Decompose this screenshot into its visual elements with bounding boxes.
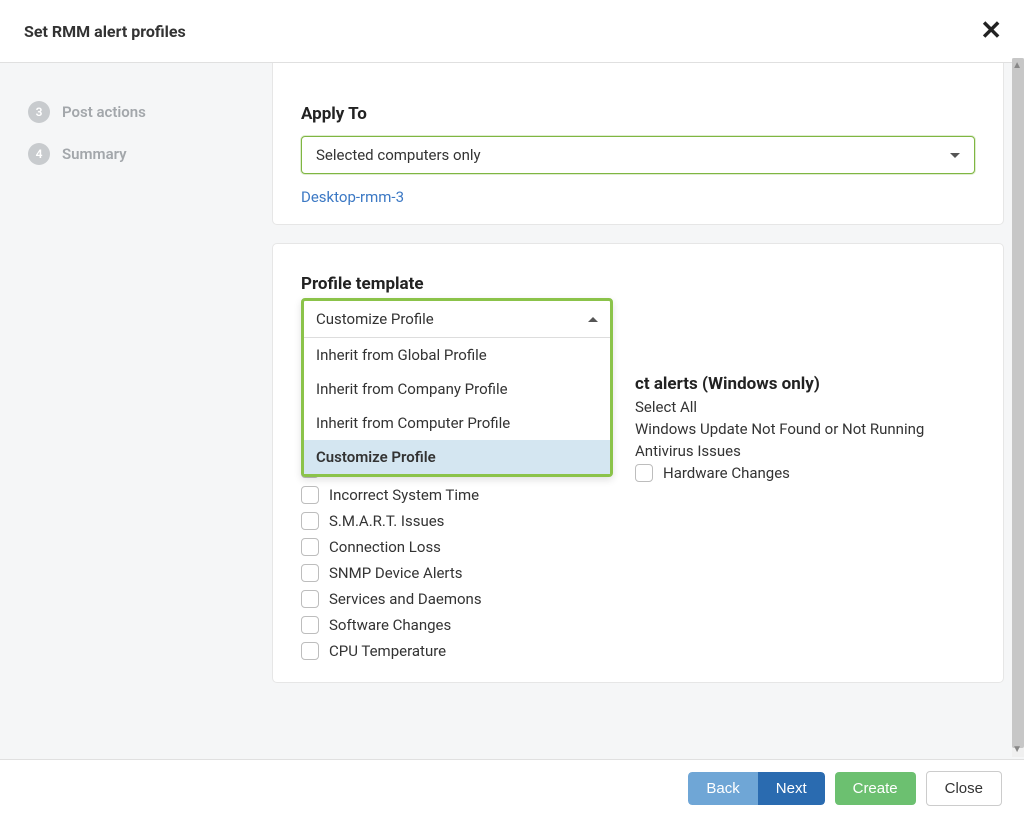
close-button[interactable]: Close xyxy=(926,771,1002,806)
product-alerts-heading: ct alerts (Windows only) xyxy=(635,374,975,394)
chevron-down-icon xyxy=(950,153,960,158)
apply-to-heading: Apply To xyxy=(301,104,975,124)
checkbox-software-changes[interactable] xyxy=(301,616,319,634)
step-number-icon: 3 xyxy=(28,101,50,123)
checkbox-incorrect-system-time[interactable] xyxy=(301,486,319,504)
apply-to-select[interactable]: Selected computers only xyxy=(301,136,975,174)
alerts-right-column: ct alerts (Windows only) Select All Wind… xyxy=(635,374,975,660)
alert-checkbox-row: Connection Loss xyxy=(301,538,605,556)
modal-body: 3 Post actions 4 Summary Apply To Select… xyxy=(0,63,1024,763)
alert-label: CPU Temperature xyxy=(329,642,446,660)
dropdown-option-computer[interactable]: Inherit from Computer Profile xyxy=(304,406,610,440)
profile-template-menu: Inherit from Global Profile Inherit from… xyxy=(304,337,610,474)
checkbox-connection-loss[interactable] xyxy=(301,538,319,556)
scroll-down-icon[interactable]: ▼ xyxy=(1012,744,1022,755)
alert-label: Connection Loss xyxy=(329,538,441,556)
step-label: Summary xyxy=(62,145,127,163)
dropdown-option-company[interactable]: Inherit from Company Profile xyxy=(304,372,610,406)
modal-title: Set RMM alert profiles xyxy=(24,22,186,41)
scrollbar-thumb[interactable] xyxy=(1012,58,1024,748)
checkbox-hardware-changes[interactable] xyxy=(635,464,653,482)
apply-to-panel: Apply To Selected computers only Desktop… xyxy=(272,63,1004,225)
profile-template-heading: Profile template xyxy=(301,274,975,294)
alert-checkbox-row: CPU Temperature xyxy=(301,642,605,660)
profile-template-dropdown[interactable]: Customize Profile Inherit from Global Pr… xyxy=(301,298,613,477)
alert-label: SNMP Device Alerts xyxy=(329,564,463,582)
alert-checkbox-row: Antivirus Issues xyxy=(635,442,975,460)
close-icon[interactable]: ✕ xyxy=(980,18,1002,44)
wizard-sidebar: 3 Post actions 4 Summary xyxy=(0,63,250,763)
sidebar-step-summary[interactable]: 4 Summary xyxy=(0,133,250,175)
alert-checkbox-row: Software Changes xyxy=(301,616,605,634)
alert-checkbox-row: Windows Update Not Found or Not Running xyxy=(635,420,975,438)
selected-computer-link[interactable]: Desktop-rmm-3 xyxy=(301,188,404,206)
checkbox-cpu-temperature[interactable] xyxy=(301,642,319,660)
apply-to-selected-value: Selected computers only xyxy=(316,146,481,164)
profile-template-selected[interactable]: Customize Profile xyxy=(304,301,610,337)
alert-label: Antivirus Issues xyxy=(635,442,741,460)
checkbox-services-daemons[interactable] xyxy=(301,590,319,608)
profile-template-panel: Profile template Customize Profile Inher… xyxy=(272,243,1004,683)
alert-label: Windows Update Not Found or Not Running xyxy=(635,420,924,438)
dropdown-option-global[interactable]: Inherit from Global Profile xyxy=(304,338,610,372)
scroll-up-icon[interactable]: ▲ xyxy=(1012,60,1022,71)
chevron-up-icon xyxy=(588,317,598,322)
alert-checkbox-row: Select All xyxy=(635,398,975,416)
modal-footer: Back Next Create Close xyxy=(0,759,1024,817)
back-next-group: Back Next xyxy=(688,772,824,805)
sidebar-step-post-actions[interactable]: 3 Post actions xyxy=(0,91,250,133)
alert-checkbox-row: Services and Daemons xyxy=(301,590,605,608)
scrollbar-track[interactable] xyxy=(1012,58,1024,757)
profile-template-selected-value: Customize Profile xyxy=(316,310,434,328)
step-label: Post actions xyxy=(62,103,146,121)
checkbox-snmp-device-alerts[interactable] xyxy=(301,564,319,582)
back-button[interactable]: Back xyxy=(688,772,757,805)
dropdown-option-customize[interactable]: Customize Profile xyxy=(304,440,610,474)
alert-label: S.M.A.R.T. Issues xyxy=(329,512,444,530)
alert-label: Software Changes xyxy=(329,616,451,634)
checkbox-smart-issues[interactable] xyxy=(301,512,319,530)
step-number-icon: 4 xyxy=(28,143,50,165)
alert-label: Services and Daemons xyxy=(329,590,482,608)
alert-label: Incorrect System Time xyxy=(329,486,479,504)
alert-checkbox-row: Incorrect System Time xyxy=(301,486,605,504)
alert-checkbox-row: SNMP Device Alerts xyxy=(301,564,605,582)
create-button[interactable]: Create xyxy=(835,772,916,805)
modal-header: Set RMM alert profiles ✕ xyxy=(0,0,1024,63)
main-content: Apply To Selected computers only Desktop… xyxy=(250,63,1024,763)
alert-checkbox-row: S.M.A.R.T. Issues xyxy=(301,512,605,530)
alert-label: Select All xyxy=(635,398,697,416)
alert-label: Hardware Changes xyxy=(663,464,790,482)
alert-checkbox-row: Hardware Changes xyxy=(635,464,975,482)
next-button[interactable]: Next xyxy=(758,772,825,805)
